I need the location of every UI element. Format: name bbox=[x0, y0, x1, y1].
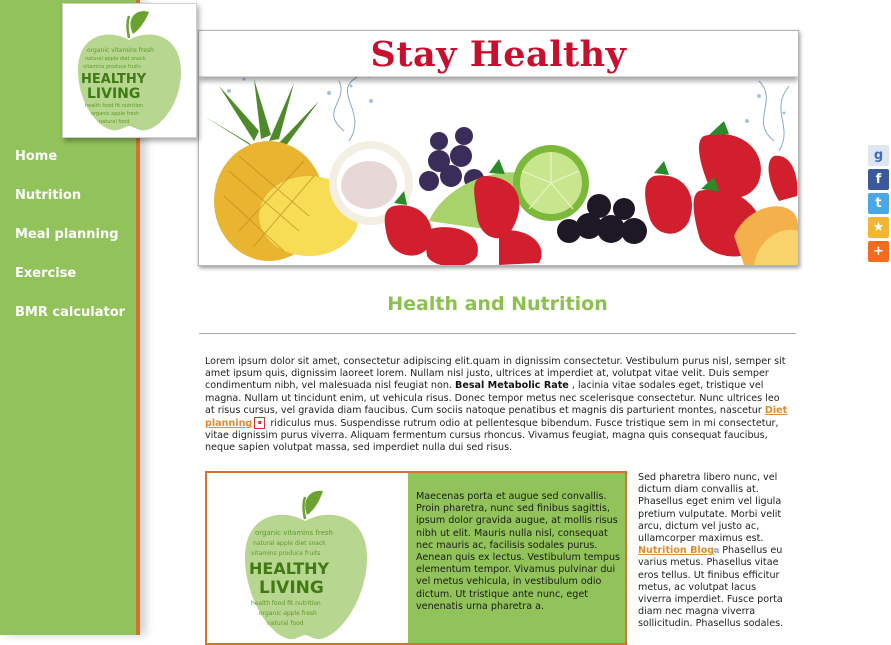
logo-word-healthy: HEALTHY bbox=[81, 72, 147, 87]
nav-item-home[interactable]: Home bbox=[15, 149, 125, 188]
feature-text: Maecenas porta et augue sed convallis. P… bbox=[416, 491, 621, 612]
logo-word-living: LIVING bbox=[87, 86, 140, 102]
banner-title-bar: Stay Healthy bbox=[199, 31, 798, 77]
feature-box: organic vitamins fresh natural apple die… bbox=[205, 471, 627, 645]
healthy-living-apple-image: organic vitamins fresh natural apple die… bbox=[244, 490, 368, 640]
page-heading: Health and Nutrition bbox=[387, 293, 608, 315]
side-text-1: Sed pharetra libero nunc, vel dictum dia… bbox=[638, 472, 782, 545]
svg-text:natural apple diet snack: natural apple diet snack bbox=[85, 56, 146, 62]
site-logo[interactable]: organic vitamins fresh natural apple die… bbox=[62, 3, 197, 138]
svg-text:organic apple fresh: organic apple fresh bbox=[259, 610, 317, 617]
svg-text:organic vitamins fresh: organic vitamins fresh bbox=[255, 529, 333, 537]
svg-text:health food fit nutrition: health food fit nutrition bbox=[251, 600, 321, 607]
feature-text-panel: Maecenas porta et augue sed convallis. P… bbox=[408, 473, 625, 643]
pdf-icon[interactable]: ▪ bbox=[254, 417, 266, 430]
twitter-icon[interactable]: t bbox=[868, 193, 889, 214]
svg-text:natural apple diet snack: natural apple diet snack bbox=[253, 540, 326, 547]
side-column: Sed pharetra libero nunc, vel dictum dia… bbox=[638, 472, 790, 635]
nav-item-meal-planning[interactable]: Meal planning bbox=[15, 227, 125, 266]
svg-text:vitamins produce fruits: vitamins produce fruits bbox=[251, 550, 320, 557]
feature-logo-word-living: LIVING bbox=[259, 578, 324, 598]
main-nav: Home Nutrition Meal planning Exercise BM… bbox=[15, 149, 125, 344]
svg-text:organic apple fresh: organic apple fresh bbox=[91, 111, 139, 117]
facebook-icon[interactable]: f bbox=[868, 169, 889, 190]
site-title: Stay Healthy bbox=[370, 34, 627, 75]
feature-logo-word-healthy: HEALTHY bbox=[249, 559, 330, 578]
logo-word-top: organic vitamins fresh bbox=[87, 47, 154, 54]
heading-divider bbox=[199, 333, 796, 334]
healthy-living-apple-logo: organic vitamins fresh natural apple die… bbox=[77, 11, 181, 131]
nutrition-blog-link[interactable]: Nutrition Blog bbox=[638, 545, 714, 556]
svg-text:vitamins produce fruits: vitamins produce fruits bbox=[83, 64, 141, 70]
svg-text:natural food: natural food bbox=[267, 620, 304, 627]
side-text-2: Phasellus eu varius metus. Phasellus vit… bbox=[638, 545, 784, 630]
svg-text:health food fit nutrition: health food fit nutrition bbox=[85, 103, 143, 109]
hero-banner: Stay Healthy bbox=[198, 30, 799, 266]
add-more-icon[interactable]: + bbox=[868, 241, 889, 262]
svg-text:natural food: natural food bbox=[99, 119, 130, 125]
nav-item-bmr-calculator[interactable]: BMR calculator bbox=[15, 305, 125, 344]
social-share-bar: g f t ★ + bbox=[868, 145, 889, 265]
favorite-star-icon[interactable]: ★ bbox=[868, 217, 889, 238]
bmr-term: Besal Metabolic Rate bbox=[455, 380, 569, 392]
intro-text-3: ridiculus mus. Suspendisse rutrum odio a… bbox=[205, 418, 779, 454]
nav-item-nutrition[interactable]: Nutrition bbox=[15, 188, 125, 227]
nav-item-exercise[interactable]: Exercise bbox=[15, 266, 125, 305]
google-icon[interactable]: g bbox=[868, 145, 889, 166]
intro-paragraph: Lorem ipsum dolor sit amet, consectetur … bbox=[205, 356, 792, 455]
